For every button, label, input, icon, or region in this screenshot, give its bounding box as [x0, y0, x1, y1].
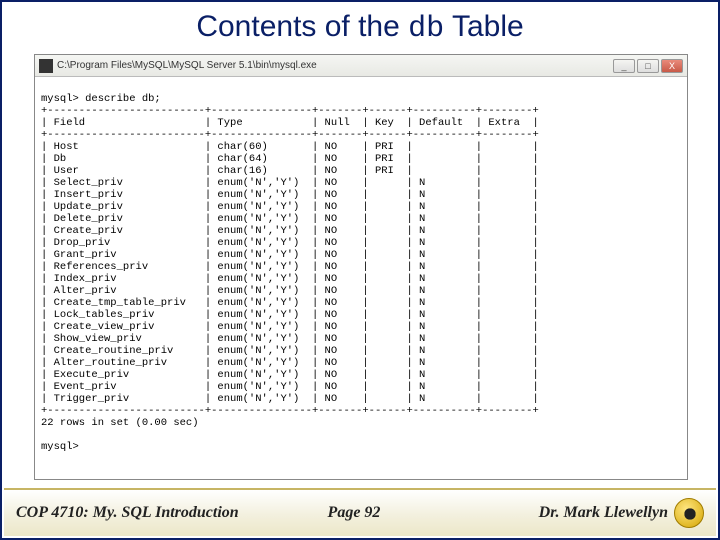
window-controls: _ □ X: [613, 59, 683, 73]
app-icon: [39, 59, 53, 73]
title-code: db: [408, 12, 444, 46]
ucf-logo-icon: [674, 498, 704, 528]
maximize-button[interactable]: □: [637, 59, 659, 73]
minimize-button[interactable]: _: [613, 59, 635, 73]
footer-center: Page 92: [241, 504, 466, 522]
slide-title: Contents of the db Table: [2, 2, 718, 54]
window-path: C:\Program Files\MySQL\MySQL Server 5.1\…: [57, 60, 613, 71]
title-suffix: Table: [444, 10, 524, 43]
window-titlebar: C:\Program Files\MySQL\MySQL Server 5.1\…: [35, 55, 687, 77]
terminal-window: C:\Program Files\MySQL\MySQL Server 5.1\…: [34, 54, 688, 480]
terminal-output: mysql> describe db; +-------------------…: [35, 77, 687, 479]
footer-right: Dr. Mark Llewellyn: [467, 498, 716, 528]
close-button[interactable]: X: [661, 59, 683, 73]
title-prefix: Contents of the: [196, 10, 408, 43]
footer-left: COP 4710: My. SQL Introduction: [4, 504, 241, 522]
footer-author: Dr. Mark Llewellyn: [539, 504, 668, 522]
slide-footer: COP 4710: My. SQL Introduction Page 92 D…: [4, 488, 716, 536]
